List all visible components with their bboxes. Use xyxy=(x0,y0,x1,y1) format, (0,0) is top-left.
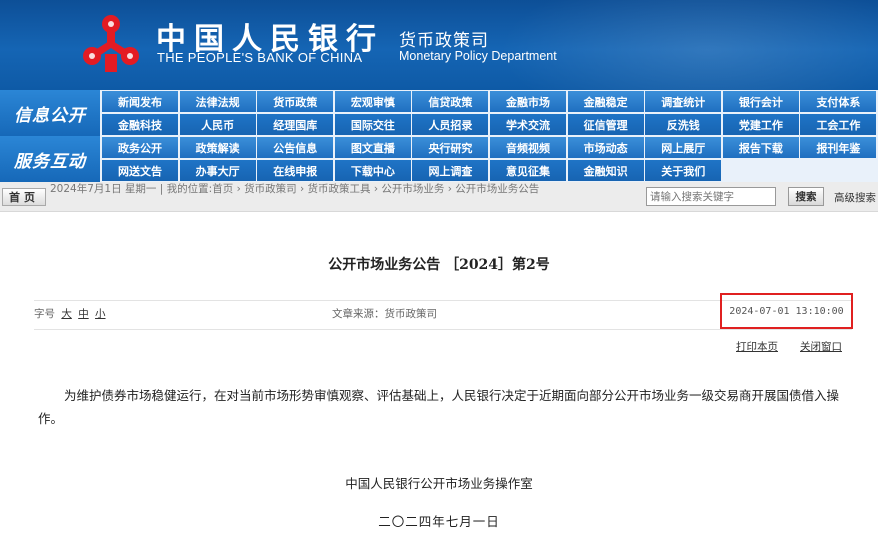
nav-item[interactable]: 图文直播 xyxy=(334,137,411,158)
department-name-cn: 货币政策司 xyxy=(399,31,489,51)
nav-item[interactable]: 网上展厅 xyxy=(645,137,722,158)
main-navigation: 信息公开 新闻发布 法律法规 货币政策 宏观审慎 信贷政策 金融市场 金融稳定 调查统计 银行会… xyxy=(0,90,878,182)
department-name-en: Monetary Policy Department xyxy=(399,49,557,63)
article-body: 为维护债券市场稳健运行，在对当前市场形势审慎观察、评估基础上，人民银行决定于近期… xyxy=(38,388,840,426)
nav-item[interactable]: 新闻发布 xyxy=(102,91,179,112)
nav-item[interactable]: 音频视频 xyxy=(490,137,567,158)
close-window-link[interactable]: 关闭窗口 xyxy=(800,339,842,354)
breadcrumb-bar: 首页 2024年7月1日 星期一 | 我的位置:首页 › 货币政策司 › 货币政… xyxy=(0,182,878,212)
nav-grid-service: 政务公开 政策解读 公告信息 图文直播 央行研究 音频视频 市场动态 网上展厅 报告下载 报刊年鉴… xyxy=(102,136,878,182)
breadcrumb-item-announcement[interactable]: 公开市场业务公告 xyxy=(455,183,539,195)
font-size-medium[interactable]: 中 xyxy=(78,308,89,320)
font-size-large[interactable]: 大 xyxy=(61,308,72,320)
divider xyxy=(34,329,852,330)
location-label: 我的位置: xyxy=(166,183,213,195)
nav-item[interactable]: 市场动态 xyxy=(567,137,644,158)
breadcrumb-item-tools[interactable]: 货币政策工具 xyxy=(308,183,371,195)
nav-item[interactable]: 人员招录 xyxy=(412,114,489,135)
font-size-label: 字号 xyxy=(34,308,55,320)
bank-name-en: THE PEOPLE'S BANK OF CHINA xyxy=(157,50,363,65)
search-button[interactable]: 搜索 xyxy=(788,187,824,206)
nav-section-info: 信息公开 新闻发布 法律法规 货币政策 宏观审慎 信贷政策 金融市场 金融稳定 调查统计 银行会… xyxy=(0,90,878,136)
home-button[interactable]: 首页 xyxy=(2,188,46,206)
breadcrumb-item-department[interactable]: 货币政策司 xyxy=(244,183,297,195)
article-source: 文章来源：货币政策司 xyxy=(332,308,437,320)
nav-item[interactable]: 经理国库 xyxy=(257,114,334,135)
nav-section-title: 信息公开 xyxy=(0,90,100,136)
site-banner: 中国人民银行 THE PEOPLE'S BANK OF CHINA 货币政策司 … xyxy=(0,0,878,90)
nav-item[interactable]: 金融市场 xyxy=(490,91,567,112)
nav-grid-info: 新闻发布 法律法规 货币政策 宏观审慎 信贷政策 金融市场 金融稳定 调查统计 银行会计 支付体系… xyxy=(102,90,878,136)
breadcrumb: 2024年7月1日 星期一 | 我的位置:首页 › 货币政策司 › 货币政策工具… xyxy=(50,183,540,195)
nav-item[interactable]: 金融科技 xyxy=(102,114,179,135)
nav-item[interactable]: 货币政策 xyxy=(257,91,334,112)
nav-item[interactable]: 支付体系 xyxy=(800,91,877,112)
nav-item[interactable]: 调查统计 xyxy=(645,91,722,112)
nav-section-service: 服务互动 政务公开 政策解读 公告信息 图文直播 央行研究 音频视频 市场动态 网上展厅 报告下… xyxy=(0,136,878,182)
nav-item[interactable]: 工会工作 xyxy=(800,114,877,135)
nav-item[interactable]: 银行会计 xyxy=(722,91,799,112)
nav-item[interactable]: 人民币 xyxy=(179,114,256,135)
advanced-search-link[interactable]: 高级搜索 xyxy=(834,190,876,205)
signature-date: 二〇二四年七月一日 xyxy=(378,514,500,529)
nav-item[interactable]: 政策解读 xyxy=(179,137,256,158)
print-page-link[interactable]: 打印本页 xyxy=(736,339,778,354)
nav-item[interactable]: 信贷政策 xyxy=(412,91,489,112)
search-input[interactable] xyxy=(646,187,776,206)
nav-item[interactable]: 征信管理 xyxy=(567,114,644,135)
pboc-logo-icon xyxy=(83,15,139,72)
nav-item[interactable]: 网送文告 xyxy=(102,160,179,181)
nav-item[interactable]: 办事大厅 xyxy=(179,160,256,181)
nav-item[interactable]: 学术交流 xyxy=(490,114,567,135)
nav-item[interactable]: 报告下载 xyxy=(722,137,799,158)
nav-item[interactable]: 关于我们 xyxy=(645,160,722,181)
nav-item[interactable]: 金融稳定 xyxy=(567,91,644,112)
nav-item[interactable]: 网上调查 xyxy=(412,160,489,181)
nav-item[interactable]: 政务公开 xyxy=(102,137,179,158)
nav-item[interactable]: 反洗钱 xyxy=(645,114,722,135)
nav-item[interactable]: 报刊年鉴 xyxy=(800,137,877,158)
breadcrumb-item-open-market[interactable]: 公开市场业务 xyxy=(381,183,444,195)
nav-item[interactable]: 金融知识 xyxy=(567,160,644,181)
nav-item[interactable]: 宏观审慎 xyxy=(334,91,411,112)
nav-section-title: 服务互动 xyxy=(0,136,100,182)
nav-item[interactable]: 意见征集 xyxy=(490,160,567,181)
font-size-small[interactable]: 小 xyxy=(95,308,106,320)
nav-item[interactable]: 法律法规 xyxy=(179,91,256,112)
nav-item[interactable]: 下载中心 xyxy=(334,160,411,181)
nav-item[interactable]: 央行研究 xyxy=(412,137,489,158)
current-date: 2024年7月1日 xyxy=(50,183,122,195)
nav-item[interactable]: 在线申报 xyxy=(257,160,334,181)
font-size-controls: 字号 大 中 小 xyxy=(34,306,106,321)
publish-datetime: 2024-07-01 13:10:00 xyxy=(720,293,853,329)
nav-item[interactable]: 公告信息 xyxy=(257,137,334,158)
nav-item[interactable]: 党建工作 xyxy=(722,114,799,135)
current-weekday: 星期一 xyxy=(124,183,157,195)
breadcrumb-item-home[interactable]: 首页 xyxy=(212,183,233,195)
nav-item[interactable]: 国际交往 xyxy=(334,114,411,135)
signature-organization: 中国人民银行公开市场业务操作室 xyxy=(345,476,533,491)
article-title: 公开市场业务公告 ［2024］第2号 xyxy=(328,257,550,273)
